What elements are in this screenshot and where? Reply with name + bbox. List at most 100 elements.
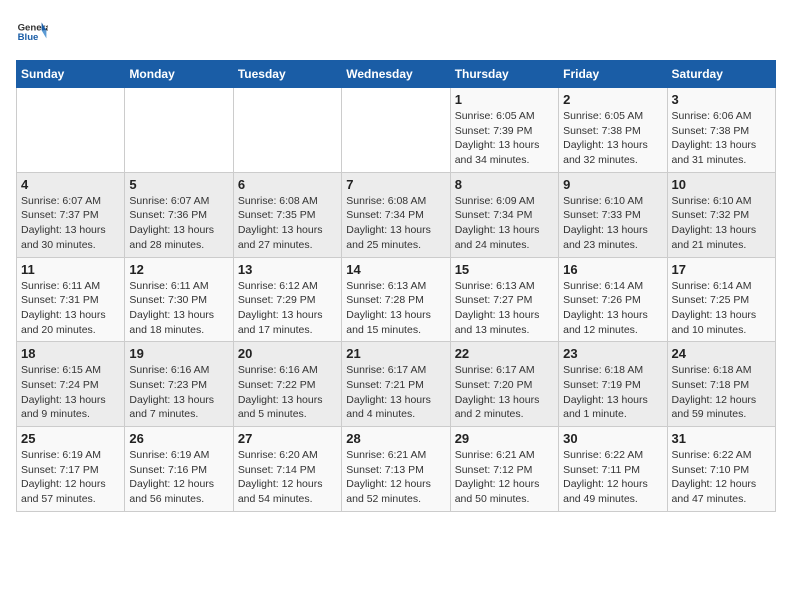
day-cell: 13 Sunrise: 6:12 AMSunset: 7:29 PMDayligh… <box>233 257 341 342</box>
day-cell: 27 Sunrise: 6:20 AMSunset: 7:14 PMDayligh… <box>233 427 341 512</box>
week-row-3: 11 Sunrise: 6:11 AMSunset: 7:31 PMDayligh… <box>17 257 776 342</box>
day-cell <box>342 88 450 173</box>
day-info: Sunrise: 6:14 AMSunset: 7:26 PMDaylight:… <box>563 279 662 338</box>
day-number: 24 <box>672 346 771 361</box>
day-cell: 15 Sunrise: 6:13 AMSunset: 7:27 PMDayligh… <box>450 257 558 342</box>
day-cell: 28 Sunrise: 6:21 AMSunset: 7:13 PMDayligh… <box>342 427 450 512</box>
day-cell: 5Sunrise: 6:07 AMSunset: 7:36 PMDaylight… <box>125 172 233 257</box>
day-cell <box>17 88 125 173</box>
day-cell: 31 Sunrise: 6:22 AMSunset: 7:10 PMDayligh… <box>667 427 775 512</box>
day-cell: 18 Sunrise: 6:15 AMSunset: 7:24 PMDayligh… <box>17 342 125 427</box>
day-info: Sunrise: 6:13 AMSunset: 7:27 PMDaylight:… <box>455 279 554 338</box>
day-info: Sunrise: 6:17 AMSunset: 7:21 PMDaylight:… <box>346 363 445 422</box>
day-number: 9 <box>563 177 662 192</box>
svg-text:Blue: Blue <box>18 32 39 43</box>
day-info: Sunrise: 6:11 AMSunset: 7:30 PMDaylight:… <box>129 279 228 338</box>
day-number: 16 <box>563 262 662 277</box>
col-header-wednesday: Wednesday <box>342 61 450 88</box>
day-cell <box>125 88 233 173</box>
col-header-friday: Friday <box>559 61 667 88</box>
day-cell: 7 Sunrise: 6:08 AMSunset: 7:34 PMDaylight… <box>342 172 450 257</box>
day-cell: 2 Sunrise: 6:05 AMSunset: 7:38 PMDaylight… <box>559 88 667 173</box>
day-cell: 30Sunrise: 6:22 AMSunset: 7:11 PMDayligh… <box>559 427 667 512</box>
day-number: 15 <box>455 262 554 277</box>
day-info: Sunrise: 6:11 AMSunset: 7:31 PMDaylight:… <box>21 279 120 338</box>
day-cell: 22Sunrise: 6:17 AMSunset: 7:20 PMDayligh… <box>450 342 558 427</box>
day-number: 21 <box>346 346 445 361</box>
day-cell: 19 Sunrise: 6:16 AMSunset: 7:23 PMDayligh… <box>125 342 233 427</box>
day-cell: 16 Sunrise: 6:14 AMSunset: 7:26 PMDayligh… <box>559 257 667 342</box>
calendar-table: SundayMondayTuesdayWednesdayThursdayFrid… <box>16 60 776 512</box>
day-cell: 4 Sunrise: 6:07 AMSunset: 7:37 PMDaylight… <box>17 172 125 257</box>
day-info: Sunrise: 6:16 AMSunset: 7:23 PMDaylight:… <box>129 363 228 422</box>
day-info: Sunrise: 6:05 AMSunset: 7:38 PMDaylight:… <box>563 109 662 168</box>
day-info: Sunrise: 6:15 AMSunset: 7:24 PMDaylight:… <box>21 363 120 422</box>
day-number: 10 <box>672 177 771 192</box>
day-cell: 6Sunrise: 6:08 AMSunset: 7:35 PMDaylight… <box>233 172 341 257</box>
day-cell: 29 Sunrise: 6:21 AMSunset: 7:12 PMDayligh… <box>450 427 558 512</box>
col-header-saturday: Saturday <box>667 61 775 88</box>
day-cell: 20 Sunrise: 6:16 AMSunset: 7:22 PMDayligh… <box>233 342 341 427</box>
day-info: Sunrise: 6:09 AMSunset: 7:34 PMDaylight:… <box>455 194 554 253</box>
day-number: 1 <box>455 92 554 107</box>
day-number: 26 <box>129 431 228 446</box>
day-info: Sunrise: 6:18 AMSunset: 7:18 PMDaylight:… <box>672 363 771 422</box>
day-info: Sunrise: 6:06 AMSunset: 7:38 PMDaylight:… <box>672 109 771 168</box>
day-number: 8 <box>455 177 554 192</box>
day-number: 31 <box>672 431 771 446</box>
day-number: 27 <box>238 431 337 446</box>
day-info: Sunrise: 6:21 AMSunset: 7:12 PMDaylight:… <box>455 448 554 507</box>
day-cell: 11 Sunrise: 6:11 AMSunset: 7:31 PMDayligh… <box>17 257 125 342</box>
day-cell: 1 Sunrise: 6:05 AMSunset: 7:39 PMDaylight… <box>450 88 558 173</box>
week-row-4: 18 Sunrise: 6:15 AMSunset: 7:24 PMDayligh… <box>17 342 776 427</box>
day-cell: 26Sunrise: 6:19 AMSunset: 7:16 PMDayligh… <box>125 427 233 512</box>
day-cell: 8 Sunrise: 6:09 AMSunset: 7:34 PMDaylight… <box>450 172 558 257</box>
day-cell: 25Sunrise: 6:19 AMSunset: 7:17 PMDayligh… <box>17 427 125 512</box>
day-info: Sunrise: 6:10 AMSunset: 7:33 PMDaylight:… <box>563 194 662 253</box>
day-cell: 17Sunrise: 6:14 AMSunset: 7:25 PMDayligh… <box>667 257 775 342</box>
day-info: Sunrise: 6:20 AMSunset: 7:14 PMDaylight:… <box>238 448 337 507</box>
day-cell: 23Sunrise: 6:18 AMSunset: 7:19 PMDayligh… <box>559 342 667 427</box>
day-number: 4 <box>21 177 120 192</box>
day-cell: 24 Sunrise: 6:18 AMSunset: 7:18 PMDayligh… <box>667 342 775 427</box>
logo: General Blue <box>16 16 48 48</box>
day-number: 6 <box>238 177 337 192</box>
day-info: Sunrise: 6:07 AMSunset: 7:36 PMDaylight:… <box>129 194 228 253</box>
day-info: Sunrise: 6:13 AMSunset: 7:28 PMDaylight:… <box>346 279 445 338</box>
day-info: Sunrise: 6:18 AMSunset: 7:19 PMDaylight:… <box>563 363 662 422</box>
day-cell: 10 Sunrise: 6:10 AMSunset: 7:32 PMDayligh… <box>667 172 775 257</box>
day-info: Sunrise: 6:22 AMSunset: 7:10 PMDaylight:… <box>672 448 771 507</box>
day-info: Sunrise: 6:08 AMSunset: 7:34 PMDaylight:… <box>346 194 445 253</box>
header-row: SundayMondayTuesdayWednesdayThursdayFrid… <box>17 61 776 88</box>
col-header-tuesday: Tuesday <box>233 61 341 88</box>
day-cell: 9 Sunrise: 6:10 AMSunset: 7:33 PMDaylight… <box>559 172 667 257</box>
day-number: 7 <box>346 177 445 192</box>
page-header: General Blue <box>16 16 776 48</box>
day-number: 14 <box>346 262 445 277</box>
day-cell: 21 Sunrise: 6:17 AMSunset: 7:21 PMDayligh… <box>342 342 450 427</box>
day-number: 2 <box>563 92 662 107</box>
day-number: 11 <box>21 262 120 277</box>
day-number: 28 <box>346 431 445 446</box>
week-row-5: 25Sunrise: 6:19 AMSunset: 7:17 PMDayligh… <box>17 427 776 512</box>
col-header-monday: Monday <box>125 61 233 88</box>
col-header-thursday: Thursday <box>450 61 558 88</box>
day-number: 29 <box>455 431 554 446</box>
day-info: Sunrise: 6:05 AMSunset: 7:39 PMDaylight:… <box>455 109 554 168</box>
day-info: Sunrise: 6:16 AMSunset: 7:22 PMDaylight:… <box>238 363 337 422</box>
day-info: Sunrise: 6:17 AMSunset: 7:20 PMDaylight:… <box>455 363 554 422</box>
day-cell: 12Sunrise: 6:11 AMSunset: 7:30 PMDayligh… <box>125 257 233 342</box>
week-row-1: 1 Sunrise: 6:05 AMSunset: 7:39 PMDaylight… <box>17 88 776 173</box>
day-number: 19 <box>129 346 228 361</box>
day-number: 13 <box>238 262 337 277</box>
day-info: Sunrise: 6:12 AMSunset: 7:29 PMDaylight:… <box>238 279 337 338</box>
day-number: 25 <box>21 431 120 446</box>
day-info: Sunrise: 6:07 AMSunset: 7:37 PMDaylight:… <box>21 194 120 253</box>
day-number: 30 <box>563 431 662 446</box>
week-row-2: 4 Sunrise: 6:07 AMSunset: 7:37 PMDaylight… <box>17 172 776 257</box>
day-info: Sunrise: 6:21 AMSunset: 7:13 PMDaylight:… <box>346 448 445 507</box>
calendar-body: 1 Sunrise: 6:05 AMSunset: 7:39 PMDaylight… <box>17 88 776 512</box>
day-info: Sunrise: 6:10 AMSunset: 7:32 PMDaylight:… <box>672 194 771 253</box>
day-number: 20 <box>238 346 337 361</box>
day-number: 18 <box>21 346 120 361</box>
